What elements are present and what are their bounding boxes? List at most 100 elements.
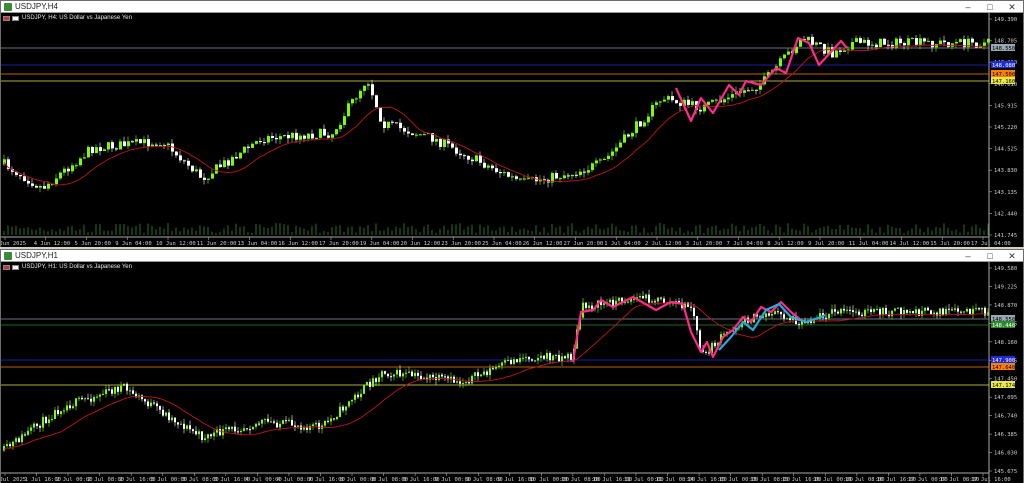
candle-body bbox=[315, 137, 318, 139]
candle-body bbox=[495, 366, 497, 369]
time-axis-label: 11 Jul 04:00 bbox=[849, 241, 889, 247]
candle-body bbox=[72, 406, 74, 409]
candle-body bbox=[839, 50, 842, 52]
candle-body bbox=[779, 58, 782, 67]
candle-body bbox=[567, 175, 570, 177]
price-axis-label: 146.030 bbox=[994, 451, 1017, 457]
candle-body bbox=[255, 141, 258, 144]
candle-body bbox=[47, 183, 50, 189]
candle-body bbox=[471, 375, 473, 384]
candle-body bbox=[915, 309, 917, 314]
candle-body bbox=[153, 402, 155, 404]
candle-body bbox=[336, 416, 338, 420]
candle-body bbox=[607, 155, 610, 160]
candle-body bbox=[467, 155, 470, 160]
candle-body bbox=[924, 307, 926, 311]
candle-body bbox=[978, 308, 980, 310]
candle-body bbox=[537, 358, 539, 361]
candle-body bbox=[723, 333, 725, 335]
candle-body bbox=[815, 42, 818, 45]
candle-body bbox=[468, 382, 470, 384]
close-icon[interactable]: ✕ bbox=[1001, 250, 1023, 262]
candle-body bbox=[63, 168, 66, 173]
candle-body bbox=[441, 374, 443, 377]
candle-body bbox=[491, 165, 494, 169]
price-axis-label: 143.830 bbox=[994, 168, 1017, 174]
candle-body bbox=[59, 172, 62, 179]
candle-body bbox=[180, 423, 182, 425]
candle-body bbox=[295, 132, 298, 140]
candle-body bbox=[969, 309, 971, 315]
candle-body bbox=[107, 142, 110, 150]
candle-body bbox=[540, 355, 542, 359]
candle-body bbox=[371, 84, 374, 96]
candle-body bbox=[393, 374, 395, 377]
time-axis-label: 4 Jun 12:00 bbox=[34, 241, 70, 247]
window-titlebar-h1[interactable]: USDJPY,H1 – □ ✕ bbox=[1, 250, 1023, 262]
candle-body bbox=[585, 302, 587, 308]
candle-body bbox=[873, 309, 875, 312]
candle-body bbox=[183, 160, 186, 162]
candle-body bbox=[843, 308, 845, 311]
time-axis-label: 9 Jul 20:00 bbox=[808, 241, 844, 247]
price-axis-label: 148.870 bbox=[994, 303, 1017, 309]
candle-body bbox=[849, 309, 851, 311]
candle-body bbox=[279, 423, 281, 428]
candle-body bbox=[375, 95, 378, 108]
candle-body bbox=[864, 309, 866, 317]
window-titlebar-h4[interactable]: USDJPY,H4 – □ ✕ bbox=[1, 1, 1023, 13]
candle-body bbox=[558, 355, 560, 362]
candle-body bbox=[559, 178, 562, 180]
price-axis-label: 149.580 bbox=[994, 266, 1017, 272]
candle-body bbox=[690, 306, 692, 308]
maximize-icon[interactable]: □ bbox=[979, 1, 1001, 13]
candle-body bbox=[861, 314, 863, 317]
candle-body bbox=[455, 147, 458, 154]
candle-body bbox=[120, 385, 122, 392]
candle-body bbox=[906, 310, 908, 313]
candle-body bbox=[798, 324, 800, 326]
time-axis-label: 17 Jul 16:00 bbox=[971, 477, 1011, 483]
candle-body bbox=[63, 410, 65, 412]
chart-canvas-h1[interactable]: USDJPY, H1: US Dollar vs Japanese Yen 14… bbox=[1, 262, 1023, 483]
candle-body bbox=[174, 417, 176, 423]
candle-body bbox=[659, 101, 662, 103]
candle-body bbox=[858, 311, 860, 315]
candle-body bbox=[423, 134, 426, 136]
maximize-icon[interactable]: □ bbox=[979, 250, 1001, 262]
chart-canvas-h4[interactable]: USDJPY, H4: US Dollar vs Japanese Yen 14… bbox=[1, 13, 1023, 247]
candle-body bbox=[516, 359, 518, 363]
candle-body bbox=[459, 153, 462, 156]
candle-body bbox=[367, 84, 370, 86]
chart-window-h4[interactable]: USDJPY,H4 – □ ✕ USDJPY, H4: US Dollar vs… bbox=[0, 0, 1024, 247]
candle-body bbox=[342, 406, 344, 411]
candle-body bbox=[875, 44, 878, 48]
minimize-icon[interactable]: – bbox=[957, 1, 979, 13]
candle-body bbox=[575, 174, 578, 176]
close-icon[interactable]: ✕ bbox=[1001, 1, 1023, 13]
candle-body bbox=[35, 185, 38, 188]
jp-flag-icon bbox=[12, 264, 19, 270]
candle-body bbox=[60, 411, 62, 415]
candle-body bbox=[263, 142, 266, 144]
candle-body bbox=[747, 90, 750, 92]
window-title-h4: USDJPY,H4 bbox=[15, 2, 58, 11]
candle-body bbox=[492, 368, 494, 370]
candle-body bbox=[819, 42, 822, 45]
candle-body bbox=[45, 416, 47, 424]
candle-body bbox=[307, 133, 310, 139]
price-axis-label: 146.740 bbox=[994, 414, 1017, 420]
candle-body bbox=[627, 134, 630, 137]
candle-body bbox=[93, 396, 95, 402]
time-axis-label: 11 Jun 20:00 bbox=[197, 241, 237, 247]
minimize-icon[interactable]: – bbox=[957, 250, 979, 262]
candle-body bbox=[396, 370, 398, 375]
price-chart-h4: 149.390148.705147.390146.610145.915145.2… bbox=[1, 13, 1017, 247]
candle-body bbox=[159, 406, 161, 410]
candle-body bbox=[546, 352, 548, 359]
chart-window-h1[interactable]: USDJPY,H1 – □ ✕ USDJPY, H1: US Dollar vs… bbox=[0, 249, 1024, 483]
candle-body bbox=[654, 301, 656, 303]
price-axis-label: 148.705 bbox=[994, 39, 1017, 45]
price-axis-label: 147.095 bbox=[994, 395, 1017, 401]
candle-body bbox=[369, 381, 371, 387]
